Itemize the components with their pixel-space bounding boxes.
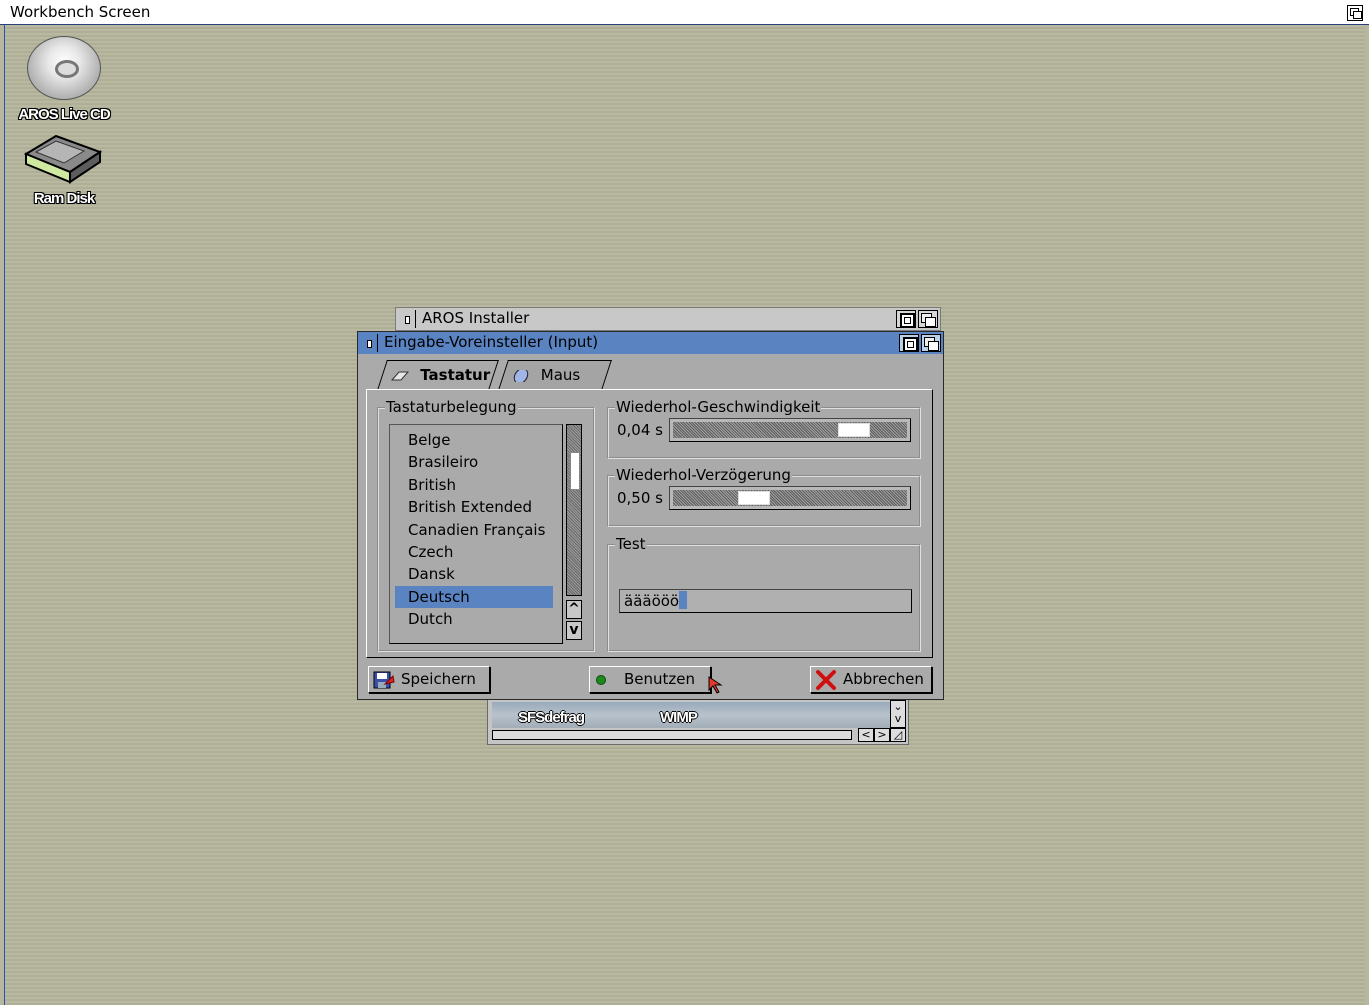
cancel-icon xyxy=(815,669,837,690)
icon-strip: SFSdefrag WIMP xyxy=(492,702,890,728)
test-group: Test äääööö xyxy=(607,535,921,652)
close-icon[interactable] xyxy=(360,334,378,352)
resize-icon[interactable]: ◿ xyxy=(890,728,906,742)
use-icon xyxy=(596,674,606,685)
save-button-label: Speichern xyxy=(401,670,476,688)
scroll-right-icon[interactable]: > xyxy=(874,728,890,742)
list-item[interactable]: Dutch xyxy=(390,608,558,630)
installer-window[interactable]: AROS Installer xyxy=(395,307,941,331)
list-item[interactable]: British Extended xyxy=(390,496,558,518)
scroll-up-icon[interactable]: ^ xyxy=(566,600,582,619)
zoom-icon[interactable] xyxy=(896,310,916,328)
keymap-list[interactable]: Belge Brasileiro British British Extende… xyxy=(389,424,563,644)
zoom-icon[interactable] xyxy=(899,334,919,352)
list-item[interactable]: British xyxy=(390,474,558,496)
installer-title-bar[interactable]: AROS Installer xyxy=(396,308,940,330)
list-item[interactable]: Belge xyxy=(390,429,558,451)
scroll-down-icon[interactable]: ⌄ v xyxy=(890,700,906,728)
cancel-button-label: Abbrechen xyxy=(843,670,924,688)
horizontal-scrollbar[interactable] xyxy=(492,730,852,740)
list-item[interactable]: Dansk xyxy=(390,563,558,585)
scroll-track[interactable] xyxy=(566,424,582,596)
repeat-delay-label: Wiederhol-Verzögerung xyxy=(615,466,792,484)
list-item[interactable]: Czech xyxy=(390,541,558,563)
close-icon[interactable] xyxy=(398,310,416,328)
tab-panel-tastatur: Tastaturbelegung Belge Brasileiro Britis… xyxy=(366,389,933,658)
repeat-rate-value: 0,04 s xyxy=(617,421,663,439)
tab-label: Maus xyxy=(540,366,581,384)
tab-label: Tastatur xyxy=(420,366,491,384)
depth-icon[interactable] xyxy=(918,310,938,328)
cd-disc-icon xyxy=(27,36,101,100)
cancel-button[interactable]: Abbrechen xyxy=(810,666,932,693)
background-window[interactable]: SFSdefrag WIMP ⌄ v < > ◿ xyxy=(487,697,909,745)
keyboard-icon xyxy=(391,371,409,380)
scroll-knob[interactable] xyxy=(570,452,580,490)
prefs-title-bar[interactable]: Eingabe-Voreinsteller (Input) xyxy=(358,332,943,354)
repeat-delay-value: 0,50 s xyxy=(617,489,663,507)
icon-label-wimp[interactable]: WIMP xyxy=(660,709,698,726)
desktop-icon-live-cd[interactable]: AROS Live CD xyxy=(4,36,124,123)
input-prefs-window[interactable]: Eingabe-Voreinsteller (Input) Maus Tasta… xyxy=(357,331,944,700)
keymap-group-label: Tastaturbelegung xyxy=(385,398,518,416)
screen-title: Workbench Screen xyxy=(10,3,151,21)
desktop-icon-ram-disk[interactable]: Ram Disk xyxy=(4,128,124,207)
list-item[interactable]: Brasileiro xyxy=(390,451,558,473)
save-icon xyxy=(373,670,395,690)
slider-knob[interactable] xyxy=(838,423,870,437)
repeat-delay-slider[interactable] xyxy=(669,486,911,510)
prefs-title: Eingabe-Voreinsteller (Input) xyxy=(384,333,599,351)
desktop-icon-label: Ram Disk xyxy=(33,190,95,207)
tab-maus[interactable]: Maus xyxy=(498,360,612,390)
repeat-delay-group: Wiederhol-Verzögerung 0,50 s xyxy=(607,466,921,527)
tab-tastatur[interactable]: Tastatur xyxy=(377,360,499,390)
scroll-left-icon[interactable]: < xyxy=(858,728,874,742)
desktop-icon-label: AROS Live CD xyxy=(18,106,110,123)
screen-title-bar: Workbench Screen xyxy=(0,0,1369,25)
text-cursor xyxy=(679,591,688,609)
depth-icon[interactable] xyxy=(921,334,941,352)
use-button[interactable]: Benutzen xyxy=(589,666,711,693)
repeat-rate-label: Wiederhol-Geschwindigkeit xyxy=(615,398,822,416)
repeat-rate-group: Wiederhol-Geschwindigkeit 0,04 s xyxy=(607,398,921,459)
save-button[interactable]: Speichern xyxy=(368,666,490,693)
test-input-text: äääööö xyxy=(624,592,680,610)
installer-title: AROS Installer xyxy=(422,309,530,327)
ram-disk-icon xyxy=(14,128,114,188)
test-input[interactable]: äääööö xyxy=(619,589,912,613)
mouse-icon xyxy=(513,369,529,382)
mouse-pointer-icon xyxy=(708,676,723,694)
repeat-rate-slider[interactable] xyxy=(669,418,911,442)
scroll-down-icon[interactable]: v xyxy=(566,621,582,640)
keymap-group: Tastaturbelegung Belge Brasileiro Britis… xyxy=(377,398,595,652)
screen-depth-icon[interactable] xyxy=(1347,5,1363,21)
use-button-label: Benutzen xyxy=(624,670,696,688)
test-group-label: Test xyxy=(615,535,647,553)
list-item[interactable]: Canadien Français xyxy=(390,519,558,541)
icon-label-sfsdefrag[interactable]: SFSdefrag xyxy=(518,709,585,726)
list-item-selected[interactable]: Deutsch xyxy=(395,585,553,609)
slider-knob[interactable] xyxy=(738,491,770,505)
keymap-scrollbar[interactable]: ^ v xyxy=(565,424,583,644)
